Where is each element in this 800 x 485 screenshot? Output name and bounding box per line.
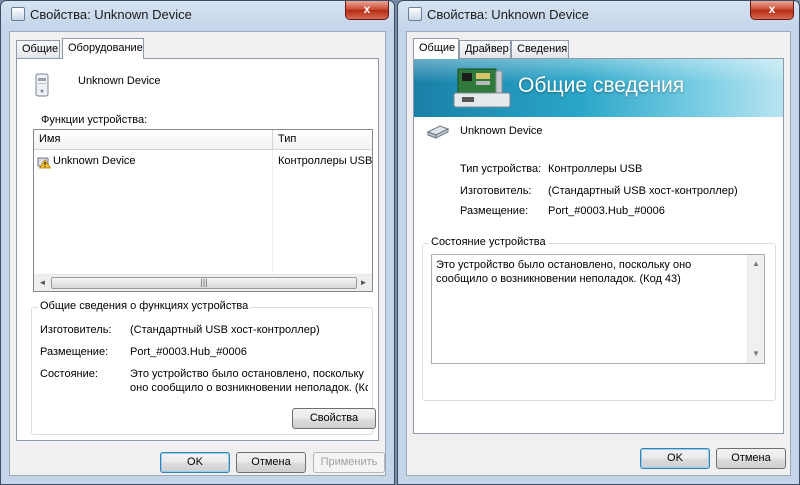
cancel-button[interactable]: Отмена	[716, 448, 786, 469]
status-text: Это устройство было остановлено, посколь…	[436, 259, 692, 285]
status-label: Состояние:	[40, 368, 98, 380]
close-button[interactable]: x	[750, 1, 794, 20]
column-header-type[interactable]: Тип	[278, 133, 296, 145]
list-item-name: Unknown Device	[53, 155, 136, 167]
horizontal-scrollbar[interactable]: ◄ ||| ►	[34, 274, 372, 291]
device-name: Unknown Device	[460, 125, 543, 137]
properties-icon	[11, 7, 25, 21]
dialog-client: Общие Драйвер Сведения Общие сведения Un…	[406, 31, 791, 476]
group-title: Состояние устройства	[429, 236, 548, 248]
functions-label: Функции устройства:	[41, 114, 148, 126]
tab-hardware[interactable]: Оборудование	[62, 38, 144, 59]
manufacturer-label: Изготовитель:	[40, 324, 112, 336]
window-title: Свойства: Unknown Device	[11, 7, 192, 22]
network-card-icon	[452, 63, 512, 109]
status-value-line1: Это устройство было остановлено, посколь…	[130, 368, 364, 380]
function-summary-group: Общие сведения о функциях устройства Изг…	[31, 300, 376, 435]
banner-title: Общие сведения	[518, 74, 685, 97]
location-value: Port_#0003.Hub_#0006	[548, 205, 665, 217]
list-item-type: Контроллеры USB	[278, 155, 372, 167]
column-header-name[interactable]: Имя	[39, 133, 60, 145]
manufacturer-label: Изготовитель:	[460, 185, 532, 197]
apply-button[interactable]: Применить	[313, 452, 385, 473]
properties-window-general: Свойства: Unknown Device x Общие Драйвер…	[397, 0, 800, 485]
properties-window-hardware: Свойства: Unknown Device x Общие Оборудо…	[0, 0, 395, 485]
device-status-group: Состояние устройства Это устройство было…	[422, 236, 776, 401]
column-divider	[272, 130, 273, 150]
status-value-line2: оно сообщило о возникновении неполадок. …	[130, 382, 368, 394]
tab-general[interactable]: Общие	[16, 40, 60, 58]
properties-icon	[408, 7, 422, 21]
scroll-up-icon[interactable]: ▲	[748, 257, 764, 271]
device-name: Unknown Device	[78, 75, 161, 87]
list-item[interactable]: Unknown Device Контроллеры USB	[34, 154, 372, 170]
scroll-right-icon[interactable]: ►	[355, 275, 372, 291]
usb-device-icon	[426, 123, 452, 139]
properties-button[interactable]: Свойства	[292, 408, 376, 429]
device-functions-list[interactable]: Имя Тип Unknown Device Контроллеры USB ◄…	[33, 129, 373, 292]
manufacturer-value: (Стандартный USB хост-контроллер)	[130, 324, 320, 336]
tab-details[interactable]: Сведения	[511, 40, 569, 58]
window-title: Свойства: Unknown Device	[408, 7, 589, 22]
manufacturer-value: (Стандартный USB хост-контроллер)	[548, 185, 738, 197]
list-header: Имя Тип	[34, 130, 372, 150]
group-title: Общие сведения о функциях устройства	[38, 300, 251, 312]
scroll-thumb[interactable]: |||	[51, 277, 357, 289]
type-label: Тип устройства:	[460, 163, 542, 175]
cancel-button[interactable]: Отмена	[236, 452, 306, 473]
location-value: Port_#0003.Hub_#0006	[130, 346, 247, 358]
status-textbox[interactable]: Это устройство было остановлено, посколь…	[431, 254, 765, 364]
warning-device-icon	[37, 155, 52, 169]
scroll-left-icon[interactable]: ◄	[34, 275, 51, 291]
tab-general[interactable]: Общие	[413, 38, 459, 59]
location-label: Размещение:	[40, 346, 109, 358]
scroll-down-icon[interactable]: ▼	[748, 347, 764, 361]
tab-panel-hardware: Unknown Device Функции устройства: Имя Т…	[16, 58, 379, 441]
device-icon	[35, 73, 49, 97]
type-value: Контроллеры USB	[548, 163, 643, 175]
location-label: Размещение:	[460, 205, 529, 217]
dialog-client: Общие Оборудование Unknown Device Функци…	[9, 31, 386, 476]
close-button[interactable]: x	[345, 1, 389, 20]
tab-driver[interactable]: Драйвер	[459, 40, 511, 58]
header-banner: Общие сведения	[414, 59, 783, 117]
vertical-scrollbar[interactable]: ▲ ▼	[747, 255, 764, 363]
ok-button[interactable]: OK	[160, 452, 230, 473]
tab-panel-general: Общие сведения Unknown Device Тип устрой…	[413, 58, 784, 434]
ok-button[interactable]: OK	[640, 448, 710, 469]
